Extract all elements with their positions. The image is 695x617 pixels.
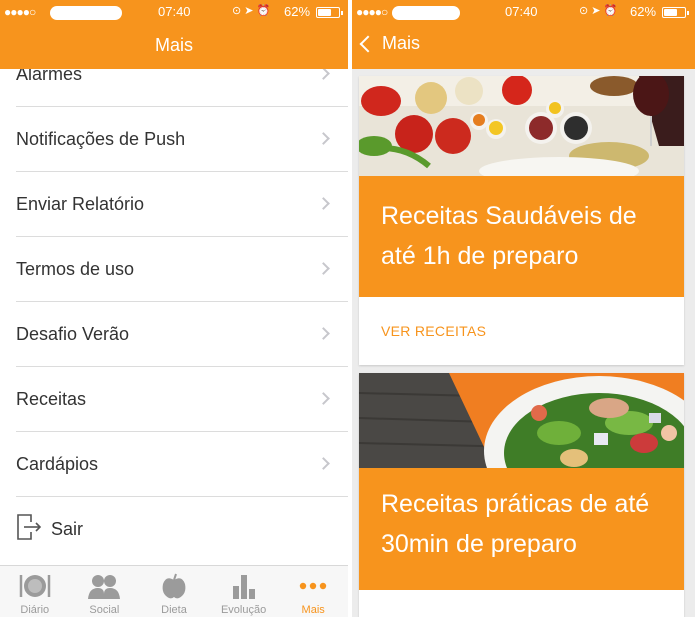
- status-bar: ●●●●○ 07:40 ⊙ ➤ ⏰ 62%: [352, 3, 695, 21]
- signal-icon: ●●●●○: [4, 5, 36, 19]
- tab-label: Social: [89, 604, 120, 616]
- chevron-right-icon: [317, 392, 330, 405]
- chevron-right-icon: [317, 197, 330, 210]
- menu-item-report[interactable]: Enviar Relatório: [16, 172, 348, 237]
- back-label: Mais: [382, 33, 421, 53]
- tab-mais[interactable]: Mais: [278, 566, 348, 617]
- battery-icon: [316, 7, 343, 18]
- status-time: 07:40: [158, 4, 191, 19]
- status-bar: ●●●●○ 07:40 ⊙ ➤ ⏰ 62%: [0, 3, 348, 21]
- chevron-right-icon: [317, 132, 330, 145]
- menu-item-label: Notificações de Push: [16, 129, 186, 149]
- menu-item-terms[interactable]: Termos de uso: [16, 237, 348, 302]
- recipe-card[interactable]: Receitas Saudáveis de até 1h de preparo …: [359, 76, 684, 365]
- tab-dieta[interactable]: Dieta: [139, 566, 209, 617]
- tab-label: Mais: [301, 604, 325, 616]
- plate-icon: [19, 575, 51, 597]
- redacted-carrier: [392, 6, 460, 20]
- chevron-right-icon: [317, 262, 330, 275]
- card-title: Receitas Saudáveis de até 1h de preparo: [359, 176, 684, 297]
- menu-item-label: Termos de uso: [16, 259, 135, 279]
- redacted-carrier: [50, 6, 122, 20]
- logout-button[interactable]: Sair: [16, 497, 348, 562]
- tab-social[interactable]: Social: [70, 566, 140, 617]
- location-alarm-icon: ⊙ ➤ ⏰: [579, 5, 618, 17]
- more-dots-icon: [299, 582, 327, 590]
- tab-label: Dieta: [161, 604, 187, 616]
- location-alarm-icon: ⊙ ➤ ⏰: [232, 5, 271, 17]
- exit-icon: [17, 514, 42, 540]
- tab-diario[interactable]: Diário: [0, 566, 70, 617]
- page-title: Mais: [154, 35, 193, 55]
- signal-icon: ●●●●○: [356, 5, 388, 19]
- logout-label: Sair: [51, 519, 84, 539]
- battery-icon: [662, 7, 689, 18]
- recipe-photo: [359, 373, 684, 468]
- nav-bar: ●●●●○ 07:40 ⊙ ➤ ⏰ 62% Mais: [352, 0, 695, 69]
- card-title: Receitas práticas de até 30min de prepar…: [359, 468, 684, 590]
- chevron-right-icon: [317, 67, 330, 80]
- chevron-right-icon: [317, 457, 330, 470]
- recipe-card[interactable]: Receitas práticas de até 30min de prepar…: [359, 373, 684, 617]
- battery-percent: 62%: [284, 4, 311, 19]
- chevron-left-icon: [359, 35, 377, 52]
- tab-bar: Diário Social Dieta Evolução Mais: [0, 565, 348, 617]
- menu-item-label: Receitas: [16, 389, 87, 409]
- menu-item-challenge[interactable]: Desafio Verão: [16, 302, 348, 367]
- menu-item-push[interactable]: Notificações de Push: [16, 107, 348, 172]
- back-button[interactable]: Mais: [358, 33, 420, 54]
- bar-chart-icon: [232, 575, 255, 599]
- people-icon: [88, 575, 121, 599]
- apple-icon: [162, 573, 186, 599]
- tab-label: Diário: [20, 604, 50, 616]
- menu-item-label: Enviar Relatório: [16, 194, 145, 214]
- tab-evolucao[interactable]: Evolução: [209, 566, 279, 617]
- menu-item-label: Desafio Verão: [16, 324, 130, 344]
- menu-item-menus[interactable]: Cardápios: [16, 432, 348, 497]
- recipe-photo: [359, 76, 684, 176]
- left-screen: Alarmes Notificações de Push Enviar Rela…: [0, 0, 348, 617]
- menu-item-recipes[interactable]: Receitas: [16, 367, 348, 432]
- status-time: 07:40: [505, 4, 538, 19]
- tab-label: Evolução: [220, 604, 267, 616]
- nav-bar: ●●●●○ 07:40 ⊙ ➤ ⏰ 62% Mais: [0, 0, 348, 69]
- ver-receitas-link[interactable]: VER RECEITAS: [381, 323, 486, 339]
- battery-percent: 62%: [630, 4, 657, 19]
- chevron-right-icon: [317, 327, 330, 340]
- menu-item-label: Cardápios: [16, 454, 99, 474]
- settings-menu: Alarmes Notificações de Push Enviar Rela…: [0, 42, 348, 562]
- right-screen: Receitas Saudáveis de até 1h de preparo …: [352, 0, 695, 617]
